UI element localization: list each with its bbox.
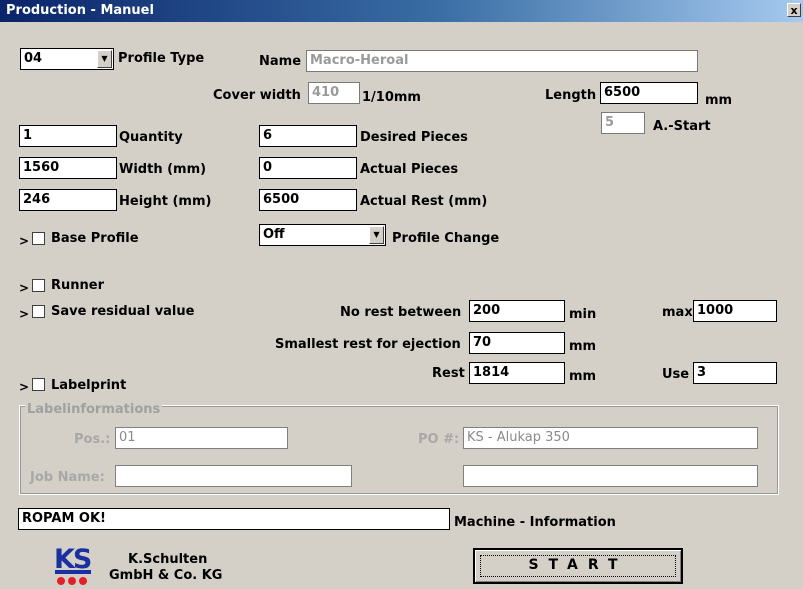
po-field[interactable]: KS - Alukap 350 — [463, 427, 758, 449]
close-icon[interactable]: x — [787, 3, 801, 17]
actual-pieces-label: Actual Pieces — [360, 162, 459, 177]
save-residual-checkbox[interactable] — [32, 305, 45, 318]
max-label: max — [662, 305, 693, 320]
name-label: Name — [259, 54, 302, 69]
extra-field[interactable] — [463, 465, 758, 487]
length-label: Length — [545, 88, 597, 103]
machine-status-field[interactable]: ROPAM OK! — [18, 508, 450, 530]
job-name-field[interactable] — [115, 465, 352, 487]
save-residual-label: Save residual value — [51, 304, 195, 319]
quantity-label: Quantity — [119, 130, 183, 145]
name-field[interactable]: Macro-Heroal — [306, 50, 698, 72]
window-titlebar: Production - Manuel x — [0, 0, 803, 22]
profile-type-label: Profile Type — [118, 51, 205, 66]
rest-field[interactable]: 1814 — [469, 362, 565, 384]
pos-label: Pos.: — [74, 432, 111, 447]
base-profile-label: Base Profile — [51, 231, 139, 246]
rest-label: Rest — [432, 366, 465, 381]
desired-pieces-label: Desired Pieces — [360, 130, 468, 145]
labelprint-label: Labelprint — [51, 378, 127, 393]
rest-unit: mm — [569, 369, 597, 384]
cover-width-label: Cover width — [213, 88, 301, 103]
company-suffix: GmbH & Co. KG — [109, 568, 223, 583]
window-title: Production - Manuel — [6, 3, 154, 18]
smallest-rest-label: Smallest rest for ejection — [275, 337, 461, 352]
cover-width-unit: 1/10mm — [362, 90, 421, 105]
actual-rest-field[interactable]: 6500 — [259, 189, 357, 211]
labelinformations-legend: Labelinformations — [25, 402, 163, 417]
length-unit: mm — [705, 93, 733, 108]
pos-field[interactable]: 01 — [115, 427, 288, 449]
po-label: PO #: — [418, 432, 460, 447]
expand-arrow-icon: > — [19, 234, 30, 248]
profile-change-value: Off — [263, 227, 285, 242]
width-label: Width (mm) — [119, 162, 207, 177]
expand-arrow-icon: > — [19, 281, 30, 295]
start-button[interactable]: START — [473, 548, 683, 584]
desired-pieces-field[interactable]: 6 — [259, 125, 357, 147]
expand-arrow-icon: > — [19, 307, 30, 321]
height-field[interactable]: 246 — [19, 189, 117, 211]
ks-logo-icon: KS — [54, 544, 93, 585]
min-label: min — [569, 307, 597, 322]
use-label: Use — [662, 367, 690, 382]
profile-type-select[interactable]: 04 ▼ — [20, 48, 114, 70]
profile-type-value: 04 — [24, 51, 43, 66]
astart-field[interactable]: 5 — [601, 112, 645, 134]
labelprint-checkbox[interactable] — [32, 378, 45, 391]
profile-change-label: Profile Change — [392, 231, 500, 246]
quantity-field[interactable]: 1 — [19, 125, 117, 147]
machine-info-label: Machine - Information — [454, 515, 616, 530]
company-name: K.Schulten — [128, 552, 208, 567]
chevron-down-icon[interactable]: ▼ — [97, 50, 112, 68]
astart-label: A.-Start — [653, 119, 711, 134]
width-field[interactable]: 1560 — [19, 157, 117, 179]
no-rest-min-field[interactable]: 200 — [469, 300, 565, 322]
focus-rect — [480, 555, 676, 577]
smallest-rest-field[interactable]: 70 — [469, 332, 565, 354]
use-field[interactable]: 3 — [693, 362, 777, 384]
runner-checkbox[interactable] — [32, 279, 45, 292]
smallest-rest-unit: mm — [569, 339, 597, 354]
chevron-down-icon[interactable]: ▼ — [369, 226, 384, 244]
base-profile-checkbox[interactable] — [32, 232, 45, 245]
actual-pieces-field[interactable]: 0 — [259, 157, 357, 179]
expand-arrow-icon: > — [19, 380, 30, 394]
no-rest-label: No rest between — [340, 305, 462, 320]
job-name-label: Job Name: — [30, 470, 105, 485]
length-field[interactable]: 6500 — [600, 82, 698, 104]
max-field[interactable]: 1000 — [693, 300, 777, 322]
runner-label: Runner — [51, 278, 105, 293]
height-label: Height (mm) — [119, 194, 212, 209]
cover-width-field[interactable]: 410 — [308, 82, 360, 104]
profile-change-select[interactable]: Off ▼ — [259, 224, 386, 246]
actual-rest-label: Actual Rest (mm) — [360, 194, 488, 209]
